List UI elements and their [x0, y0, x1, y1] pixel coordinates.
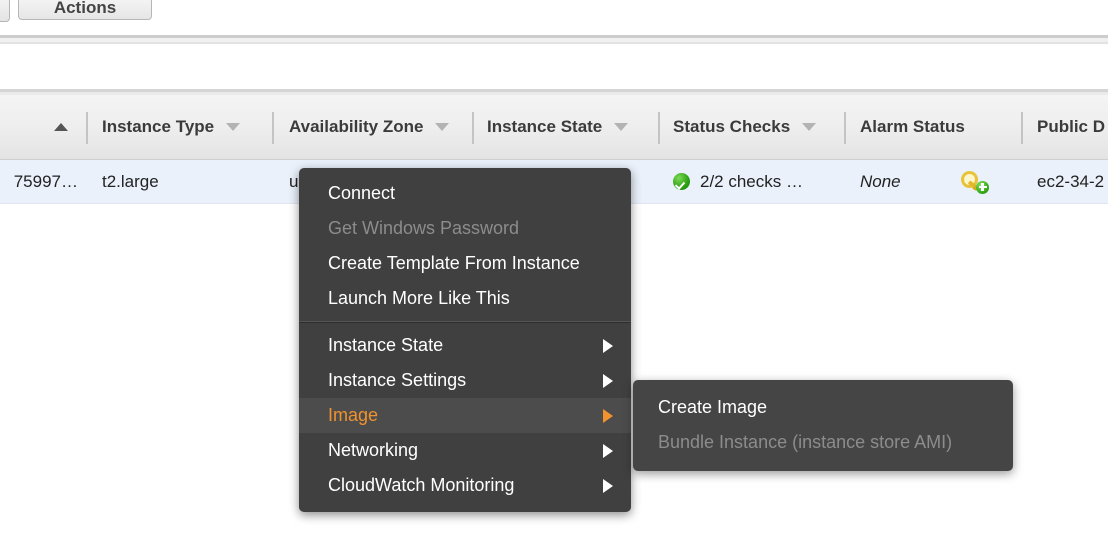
column-divider[interactable]	[272, 112, 274, 144]
column-header-label: Status Checks	[673, 117, 790, 137]
context-menu-item-label: Networking	[328, 440, 418, 461]
table-header-row: Instance Type Availability Zone Instance…	[0, 95, 1108, 160]
column-divider[interactable]	[472, 112, 474, 144]
context-menu-item-instance-settings[interactable]: Instance Settings	[299, 363, 631, 398]
context-menu-item-instance-state[interactable]: Instance State	[299, 328, 631, 363]
context-menu-item-image[interactable]: Image	[299, 398, 631, 433]
column-header-label: Instance State	[487, 117, 602, 137]
context-menu-item-create-template-from-instance[interactable]: Create Template From Instance	[299, 246, 631, 281]
column-divider[interactable]	[658, 112, 660, 144]
context-submenu-item-label: Bundle Instance (instance store AMI)	[658, 432, 952, 453]
context-menu-item-label: Instance Settings	[328, 370, 466, 391]
sort-descending-icon[interactable]	[226, 123, 240, 131]
context-menu-item-connect[interactable]: Connect	[299, 176, 631, 211]
key-add-icon	[960, 170, 990, 194]
column-header-status-checks[interactable]: Status Checks	[660, 95, 816, 159]
context-submenu-item-bundle-instance: Bundle Instance (instance store AMI)	[633, 425, 1013, 460]
chevron-right-icon	[603, 339, 613, 353]
column-header-alarm-status[interactable]: Alarm Status	[846, 95, 965, 159]
context-menu-item-launch-more-like-this[interactable]: Launch More Like This	[299, 281, 631, 316]
context-menu-item-label: Launch More Like This	[328, 288, 510, 309]
actions-button[interactable]: Actions	[18, 0, 152, 20]
cell-alarm-status[interactable]: None	[846, 160, 901, 203]
cell-availability-zone[interactable]: u	[274, 160, 298, 203]
context-menu-item-get-windows-password: Get Windows Password	[299, 211, 631, 246]
chevron-right-icon	[603, 444, 613, 458]
column-header-label: Alarm Status	[860, 117, 965, 137]
toolbar-button-partial[interactable]	[0, 0, 10, 22]
column-header-public-dns[interactable]: Public D	[1023, 95, 1105, 159]
status-ok-icon	[673, 173, 690, 190]
context-menu-item-cloudwatch-monitoring[interactable]: CloudWatch Monitoring	[299, 468, 631, 503]
cell-key-pair[interactable]	[960, 160, 990, 203]
cell-status-checks[interactable]: 2/2 checks …	[660, 160, 803, 203]
context-menu-item-label: Instance State	[328, 335, 443, 356]
context-submenu-item-create-image[interactable]: Create Image	[633, 390, 1013, 425]
column-header-availability-zone[interactable]: Availability Zone	[274, 95, 449, 159]
context-menu-item-networking[interactable]: Networking	[299, 433, 631, 468]
context-menu: Connect Get Windows Password Create Temp…	[299, 168, 631, 512]
context-menu-item-label: Image	[328, 405, 378, 426]
column-divider[interactable]	[1021, 112, 1023, 144]
context-submenu-item-label: Create Image	[658, 397, 767, 418]
column-divider[interactable]	[86, 112, 88, 144]
context-submenu-image: Create Image Bundle Instance (instance s…	[633, 380, 1013, 471]
column-header-label: Availability Zone	[289, 117, 423, 137]
cell-instance-type[interactable]: t2.large	[88, 160, 159, 203]
sort-descending-icon[interactable]	[802, 123, 816, 131]
context-menu-item-label: CloudWatch Monitoring	[328, 475, 514, 496]
context-menu-separator	[299, 321, 631, 323]
chevron-right-icon	[603, 374, 613, 388]
cell-public-dns[interactable]: ec2-34-2	[1023, 160, 1104, 203]
column-header-label: Instance Type	[102, 117, 214, 137]
context-menu-item-label: Get Windows Password	[328, 218, 519, 239]
ec2-instances-screen: Actions Instance Type Availability Zone …	[0, 0, 1108, 559]
column-divider[interactable]	[844, 112, 846, 144]
context-menu-item-label: Create Template From Instance	[328, 253, 580, 274]
filter-bar-area	[0, 44, 1108, 89]
sort-descending-icon[interactable]	[614, 123, 628, 131]
sort-ascending-icon[interactable]	[54, 123, 68, 131]
column-header-instance-type[interactable]: Instance Type	[88, 95, 240, 159]
sort-descending-icon[interactable]	[435, 123, 449, 131]
cell-status-checks-label: 2/2 checks …	[700, 172, 803, 192]
actions-button-label: Actions	[54, 0, 116, 17]
context-menu-item-label: Connect	[328, 183, 395, 204]
chevron-right-icon	[603, 409, 613, 423]
column-header-label: Public D	[1037, 117, 1105, 137]
cell-instance-id[interactable]: 75997…	[0, 160, 86, 203]
column-header-instance-id[interactable]	[0, 95, 86, 159]
toolbar: Actions	[0, 0, 1108, 35]
chevron-right-icon	[603, 479, 613, 493]
column-header-instance-state[interactable]: Instance State	[474, 95, 628, 159]
